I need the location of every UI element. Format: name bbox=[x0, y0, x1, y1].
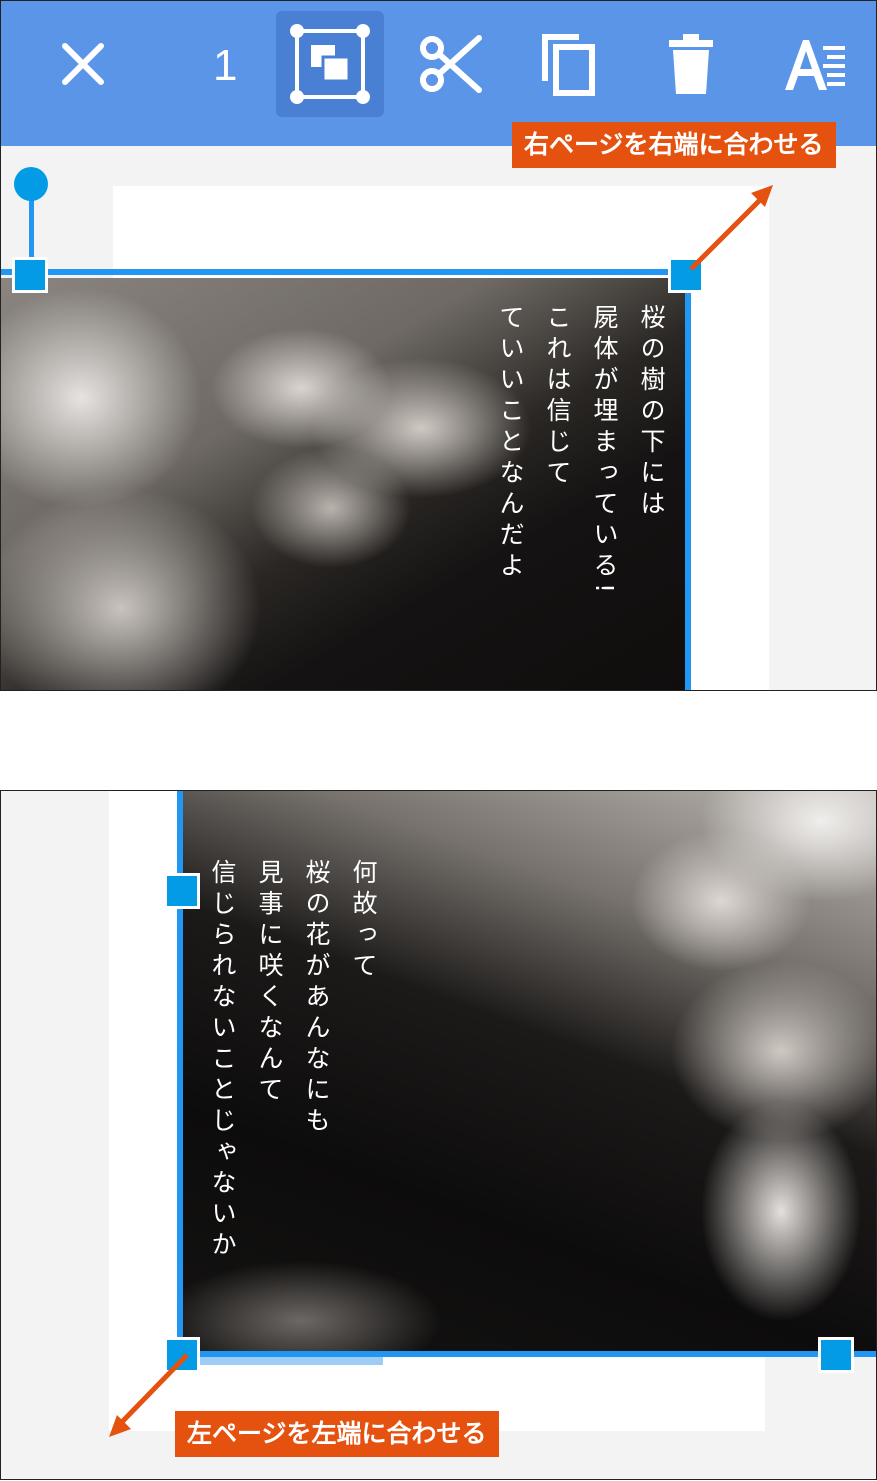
right-align-callout: 右ページを右端に合わせる bbox=[512, 122, 836, 168]
trash-icon bbox=[669, 34, 713, 94]
fit-page-button[interactable] bbox=[276, 11, 384, 117]
cherry-blossom-photo[interactable]: 桜の樹の下には 屍体が埋まっている! これは信じて ていいことなんだよ bbox=[1, 278, 687, 690]
resize-handle-left[interactable] bbox=[164, 873, 200, 909]
page-tab-strip bbox=[183, 1357, 383, 1365]
resize-handle-top-left[interactable] bbox=[12, 257, 48, 293]
selection-count: 1 bbox=[213, 41, 238, 90]
page-text: 何故って 桜の花があんなにも 見事に咲くなんて 信じられないことじゃないか bbox=[199, 859, 387, 1262]
scissors-icon bbox=[420, 35, 482, 93]
text-line: ていいことなんだよ bbox=[496, 304, 525, 583]
text-line: 見事に咲くなんて bbox=[255, 859, 284, 1107]
copy-button[interactable] bbox=[515, 11, 623, 117]
arrow-icon bbox=[109, 1353, 189, 1437]
selection-border-top bbox=[1, 269, 691, 275]
arrow-icon bbox=[689, 185, 773, 271]
text-format-button[interactable] bbox=[761, 11, 869, 117]
text-line: これは信じて bbox=[543, 304, 572, 490]
rotation-handle[interactable] bbox=[14, 167, 48, 201]
text-line: 屍体が埋まっている! bbox=[590, 304, 619, 600]
text-format-icon bbox=[785, 40, 845, 90]
close-icon bbox=[62, 43, 104, 85]
delete-button[interactable] bbox=[637, 11, 745, 117]
resize-handle-bottom-right[interactable] bbox=[818, 1337, 854, 1373]
cherry-blossom-photo[interactable]: 何故って 桜の花があんなにも 見事に咲くなんて 信じられないことじゃないか bbox=[181, 791, 876, 1351]
left-align-callout: 左ページを左端に合わせる bbox=[175, 1411, 499, 1457]
text-line: 桜の花があんなにも bbox=[302, 859, 331, 1138]
close-button[interactable] bbox=[29, 11, 137, 117]
fit-page-icon bbox=[290, 24, 370, 104]
copy-icon bbox=[542, 34, 595, 96]
cut-button[interactable] bbox=[397, 11, 505, 117]
page-text: 桜の樹の下には 屍体が埋まっている! これは信じて ていいことなんだよ bbox=[487, 304, 675, 599]
text-line: 桜の樹の下には bbox=[637, 304, 666, 521]
text-line: 信じられないことじゃないか bbox=[208, 859, 237, 1262]
bottom-page-view: 何故って 桜の花があんなにも 見事に咲くなんて 信じられないことじゃないか 左ペ… bbox=[0, 790, 877, 1480]
top-page-view: 1 桜の樹の下には 屍体が埋まっている! これは信じて ていいことなんだよ 右ペ… bbox=[0, 0, 877, 691]
text-line: 何故って bbox=[349, 859, 378, 983]
selection-border-right bbox=[685, 269, 691, 690]
